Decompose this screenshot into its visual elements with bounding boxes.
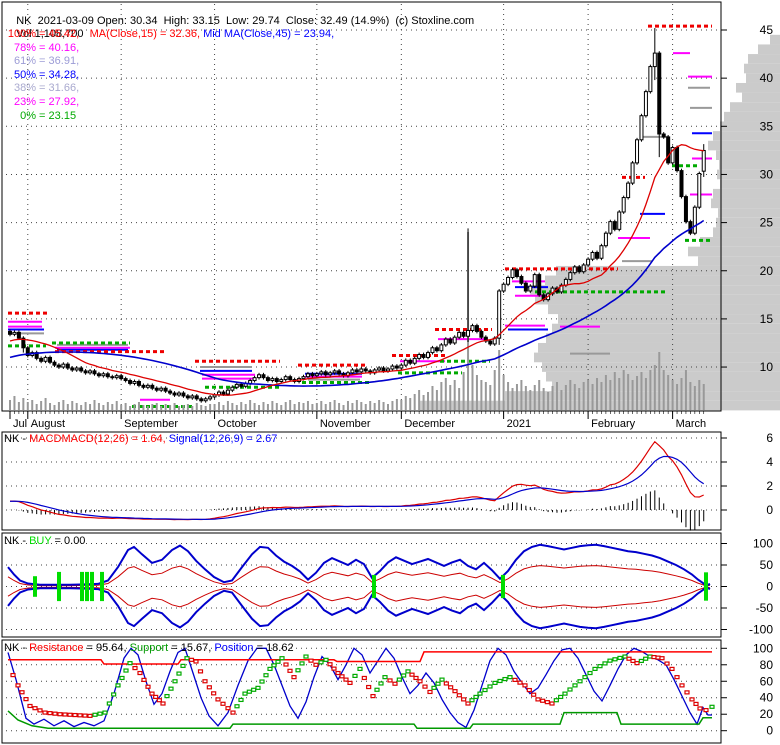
title-segment: Signal(12,26,9) = 2.67 xyxy=(165,433,278,445)
fib-level-78%: 78% = 40.16, xyxy=(4,42,79,56)
buy-axis-label: 100 xyxy=(753,537,773,551)
month-label: December xyxy=(404,418,455,430)
buy-axis-label: 50 xyxy=(760,558,774,572)
position-axis-label: 60 xyxy=(760,674,774,688)
title-segment: Resistance xyxy=(29,642,84,654)
position-axis-label: 80 xyxy=(760,658,774,672)
month-label: November xyxy=(320,418,371,430)
macd-axis-label: 2 xyxy=(766,479,773,493)
fib-level-100%: 100% = 45.42, xyxy=(4,28,79,42)
month-label: October xyxy=(218,418,257,430)
price-axis-label: 40 xyxy=(760,71,774,85)
title-segment: = 0.00 xyxy=(51,535,86,547)
month-label: September xyxy=(124,418,178,430)
title-segment: = 18.62 xyxy=(253,642,294,654)
macd-axis-label: 6 xyxy=(766,431,773,445)
fib-value: = 27.92, xyxy=(36,95,80,108)
fib-value: = 40.16, xyxy=(36,41,80,54)
title-segment: = 95.64, xyxy=(83,642,130,654)
title-segment: NK - xyxy=(4,535,30,547)
macd-axis-label: 4 xyxy=(766,455,773,469)
price-axis-label: 10 xyxy=(760,360,774,374)
month-label: March xyxy=(676,418,707,430)
price-axis-label: 20 xyxy=(760,264,774,278)
price-axis-label: 45 xyxy=(760,23,774,37)
title-segment: NK - xyxy=(4,433,30,445)
position-axis-label: 0 xyxy=(766,724,773,738)
macd-axis-label: 0 xyxy=(766,503,773,517)
price-axis-label: 15 xyxy=(760,312,774,326)
fib-level-61%: 61% = 36.91, xyxy=(4,55,79,69)
position-axis-label: 40 xyxy=(760,691,774,705)
fib-level-50%: 50% = 34.28, xyxy=(4,69,79,83)
macd-panel-title: NK - MACDMACD(12,26) = 1.64, Signal(12,2… xyxy=(4,433,277,446)
fib-value: = 45.42, xyxy=(36,28,80,40)
month-label: 2021 xyxy=(507,418,531,430)
title-segment: MACDMACD(12,26) = 1.64, xyxy=(29,433,166,445)
title-segment: BUY xyxy=(29,535,52,547)
month-label: February xyxy=(591,418,636,430)
position-axis-label: 100 xyxy=(753,641,773,655)
buy-axis-label: -100 xyxy=(749,623,773,637)
buy-panel-layer: 100 50 0 -50 -100 xyxy=(1,532,774,638)
fib-level-0%: 0% = 23.15 xyxy=(4,110,79,124)
buy-axis-label: -50 xyxy=(756,601,774,615)
title-segment: Position xyxy=(214,642,254,654)
fib-value: = 36.91, xyxy=(36,55,80,68)
buy-axis-label: 0 xyxy=(766,580,773,594)
title-segment: = 15.67, xyxy=(168,642,215,654)
fib-level-23%: 23% = 27.92, xyxy=(4,96,79,110)
fib-percent: 50% xyxy=(13,68,36,81)
title-segment: Support xyxy=(129,642,169,654)
fib-percent: 23% xyxy=(13,95,36,108)
ma45-text: Mid MA(Close,45) = 23.94, xyxy=(200,28,335,40)
resistance-panel-title: NK - Resistance = 95.64, Support = 15.67… xyxy=(4,642,294,655)
stoxline-chart: Jul August September October November Decembe… xyxy=(0,0,780,745)
price-axis-label: 25 xyxy=(760,216,774,230)
fib-percent: 100% xyxy=(7,28,36,40)
buy-panel-title: NK - BUY = 0.00 xyxy=(4,535,85,548)
fib-percent: 78% xyxy=(13,41,36,54)
fib-percent: 61% xyxy=(13,55,36,68)
fibonacci-levels-list: 100% = 45.42, 78% = 40.16, 61% = 36.91, 50%… xyxy=(4,28,79,123)
fib-value: = 31.66, xyxy=(36,82,80,95)
price-axis-label: 35 xyxy=(760,119,774,133)
ma15-text: MA(Close,15) = 32.36, xyxy=(89,28,201,40)
month-label: August xyxy=(31,418,65,430)
fib-level-38%: 38% = 31.66, xyxy=(4,82,79,96)
price-axis-label: 30 xyxy=(760,167,774,181)
fib-value: = 34.28, xyxy=(36,68,80,81)
chart-canvas: Jul August September October November Decembe… xyxy=(1,1,780,744)
title-segment: NK - xyxy=(4,642,30,654)
position-axis-label: 20 xyxy=(760,707,774,721)
fib-value: = 23.15 xyxy=(36,109,77,122)
month-label: Jul xyxy=(13,418,27,430)
fib-percent: 38% xyxy=(13,82,36,95)
position-panel-layer: 100 80 60 40 20 0 xyxy=(1,639,774,744)
fib-percent: 0% xyxy=(20,109,36,122)
